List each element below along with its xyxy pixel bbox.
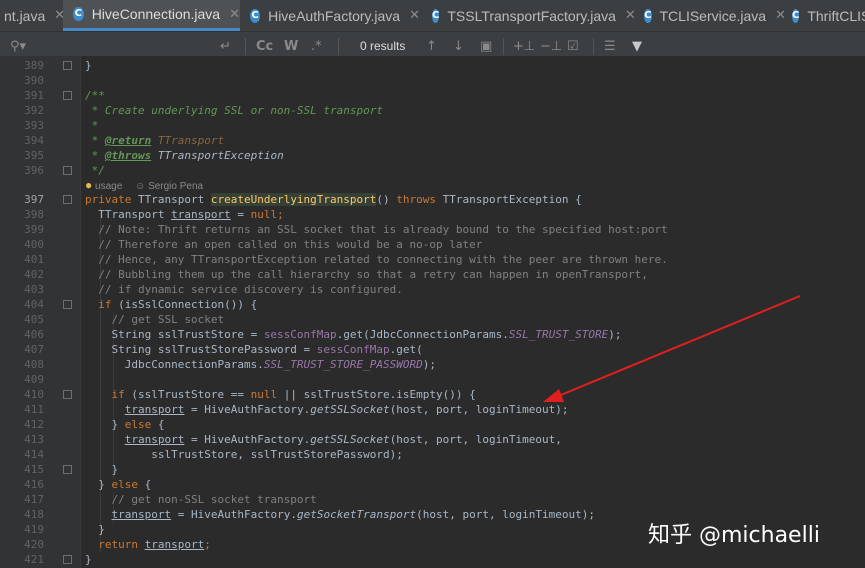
watermark: 知乎 @michaelli xyxy=(648,523,820,548)
annotation-arrow xyxy=(543,295,801,402)
